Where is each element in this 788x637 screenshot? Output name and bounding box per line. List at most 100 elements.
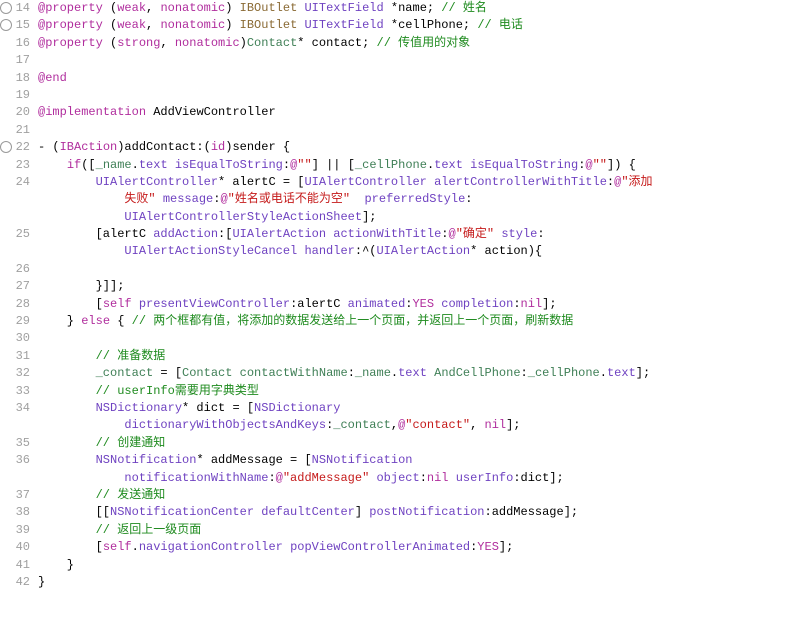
token: "姓名或电话不能为空" (228, 192, 350, 206)
token: * alertC = [ (218, 175, 304, 189)
token (156, 192, 163, 206)
code-line[interactable]: @property (strong, nonatomic)Contact* co… (38, 35, 788, 52)
token: handler (304, 244, 354, 258)
line-number: 20 (0, 104, 30, 121)
breakpoint-marker-icon[interactable] (0, 2, 12, 14)
token: )addContact:( (117, 140, 211, 154)
code-line[interactable] (38, 52, 788, 69)
token (132, 297, 139, 311)
token (449, 471, 456, 485)
code-line[interactable]: [self presentViewController:alertC anima… (38, 296, 788, 313)
token: text (434, 158, 463, 172)
token: YES (412, 297, 434, 311)
token: // 准备数据 (96, 349, 166, 363)
token: else (81, 314, 110, 328)
token: _contact (96, 366, 154, 380)
breakpoint-marker-icon[interactable] (0, 141, 12, 153)
line-number: 28 (0, 296, 30, 313)
code-line[interactable]: NSNotification* addMessage = [NSNotifica… (38, 452, 788, 469)
code-area[interactable]: @property (weak, nonatomic) IBOutlet UIT… (36, 0, 788, 591)
token: )sender { (225, 140, 290, 154)
token: _name (355, 366, 391, 380)
code-line[interactable]: NSDictionary* dict = [NSDictionary (38, 400, 788, 417)
line-number: 23 (0, 157, 30, 174)
token: ]; (506, 418, 520, 432)
line-number: 22 (0, 139, 30, 156)
token: , (470, 418, 484, 432)
code-line[interactable] (38, 87, 788, 104)
line-number (0, 243, 30, 260)
token: notificationWithName (124, 471, 268, 485)
code-line[interactable] (38, 122, 788, 139)
token (38, 418, 124, 432)
token: ) (225, 1, 239, 15)
code-line[interactable]: // 准备数据 (38, 348, 788, 365)
code-line[interactable]: [[NSNotificationCenter defaultCenter] po… (38, 504, 788, 521)
token: _contact (333, 418, 391, 432)
token (38, 175, 96, 189)
code-line[interactable]: - (IBAction)addContact:(id)sender { (38, 139, 788, 156)
code-line[interactable]: dictionaryWithObjectsAndKeys:_contact,@"… (38, 417, 788, 434)
code-line[interactable]: // 发送通知 (38, 487, 788, 504)
code-line[interactable]: UIAlertController* alertC = [UIAlertCont… (38, 174, 788, 191)
token: IBOutlet (240, 1, 298, 15)
code-line[interactable]: if([_name.text isEqualToString:@""] || [… (38, 157, 788, 174)
token: UITextField (304, 1, 383, 15)
code-line[interactable]: notificationWithName:@"addMessage" objec… (38, 470, 788, 487)
code-line[interactable]: @property (weak, nonatomic) IBOutlet UIT… (38, 0, 788, 17)
code-line[interactable]: [alertC addAction:[UIAlertAction actionW… (38, 226, 788, 243)
code-line[interactable]: @property (weak, nonatomic) IBOutlet UIT… (38, 17, 788, 34)
line-number: 33 (0, 383, 30, 400)
token: text (398, 366, 427, 380)
line-number: 35 (0, 435, 30, 452)
code-line[interactable]: // 返回上一级页面 (38, 522, 788, 539)
token: . (600, 366, 607, 380)
code-line[interactable] (38, 330, 788, 347)
token: , (160, 36, 174, 50)
token (38, 453, 96, 467)
token: ([ (81, 158, 95, 172)
token: // 两个框都有值，将添加的数据发送给上一个页面，并返回上一个页面，刷新数据 (132, 314, 574, 328)
code-line[interactable]: 失败" message:@"姓名或电话不能为空" preferredStyle: (38, 191, 788, 208)
token: = [ (153, 366, 182, 380)
token: if (67, 158, 81, 172)
breakpoint-marker-icon[interactable] (0, 19, 12, 31)
code-line[interactable]: } (38, 574, 788, 591)
token: ] || [ (312, 158, 355, 172)
code-line[interactable]: } else { // 两个框都有值，将添加的数据发送给上一个页面，并返回上一个… (38, 313, 788, 330)
code-line[interactable]: } (38, 557, 788, 574)
token: *cellPhone; (384, 18, 478, 32)
token: YES (477, 540, 499, 554)
token: contactWithName (240, 366, 348, 380)
token (38, 366, 96, 380)
token: [ (38, 540, 103, 554)
token (283, 540, 290, 554)
line-number: 42 (0, 574, 30, 591)
token: self (103, 297, 132, 311)
code-line[interactable]: @end (38, 70, 788, 87)
code-line[interactable]: }]]; (38, 278, 788, 295)
token: nil (427, 471, 449, 485)
code-line[interactable]: UIAlertActionStyleCancel handler:^(UIAle… (38, 243, 788, 260)
token (38, 210, 124, 224)
token: // 创建通知 (96, 436, 166, 450)
line-number: 14 (0, 0, 30, 17)
code-line[interactable]: [self.navigationController popViewContro… (38, 539, 788, 556)
code-line[interactable]: UIAlertControllerStyleActionSheet]; (38, 209, 788, 226)
token: , (146, 1, 160, 15)
code-editor[interactable]: 1415161718192021222324252627282930313233… (0, 0, 788, 591)
code-line[interactable]: _contact = [Contact contactWithName:_nam… (38, 365, 788, 382)
token (38, 349, 96, 363)
line-number: 16 (0, 35, 30, 52)
code-line[interactable] (38, 261, 788, 278)
token: :[ (218, 227, 232, 241)
code-line[interactable]: // userInfo需要用字典类型 (38, 383, 788, 400)
token: nil (521, 297, 543, 311)
token: : (513, 297, 520, 311)
token: // 发送通知 (96, 488, 166, 502)
token: nonatomic (175, 36, 240, 50)
token: addAction (153, 227, 218, 241)
code-line[interactable]: @implementation AddViewController (38, 104, 788, 121)
token: ]; (362, 210, 376, 224)
code-line[interactable]: // 创建通知 (38, 435, 788, 452)
